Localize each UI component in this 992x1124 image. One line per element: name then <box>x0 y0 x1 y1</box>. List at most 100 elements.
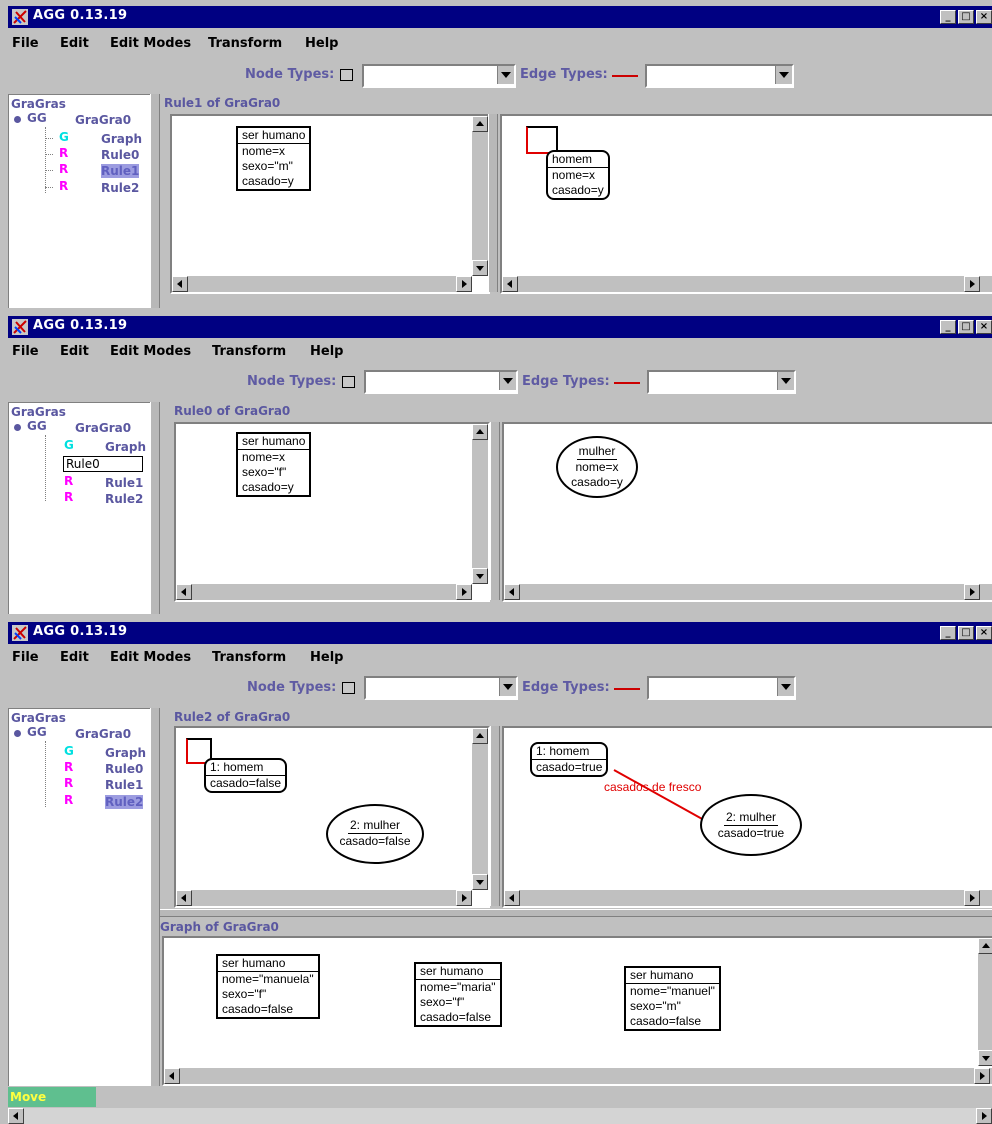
scroll-right-button[interactable] <box>974 1068 990 1084</box>
menu-transform[interactable]: Transform <box>212 650 286 665</box>
host-graph-canvas[interactable]: ser humano nome="manuela" sexo="f" casad… <box>162 936 992 1086</box>
scroll-up-button[interactable] <box>978 938 992 954</box>
tree-graph[interactable]: Graph <box>105 440 146 454</box>
menu-help[interactable]: Help <box>305 36 338 51</box>
minimize-button[interactable]: _ <box>940 10 956 24</box>
tree-grammar[interactable]: GraGra0 <box>75 113 131 127</box>
horizontal-splitter[interactable] <box>160 909 992 917</box>
tree-rule1[interactable]: Rule1 <box>105 778 143 792</box>
minimize-button[interactable]: _ <box>940 320 956 334</box>
scroll-left-button[interactable] <box>172 276 188 292</box>
tree-rule1[interactable]: Rule1 <box>105 476 143 490</box>
splitter[interactable] <box>150 708 160 1086</box>
tree-rule2[interactable]: Rule2 <box>105 492 143 506</box>
menu-file[interactable]: File <box>12 650 39 665</box>
splitter[interactable] <box>150 94 160 308</box>
splitter[interactable] <box>488 114 498 292</box>
scroll-right-button[interactable] <box>456 890 472 906</box>
scroll-left-button[interactable] <box>8 1108 24 1124</box>
scroll-right-button[interactable] <box>964 584 980 600</box>
horizontal-scrollbar[interactable] <box>176 584 472 600</box>
lhs-node-mulher[interactable]: 2: mulher casado=false <box>326 804 424 864</box>
close-button[interactable]: × <box>976 10 992 24</box>
maximize-button[interactable]: □ <box>958 626 974 640</box>
horizontal-scrollbar[interactable] <box>164 1068 992 1084</box>
tree-graph[interactable]: Graph <box>105 746 146 760</box>
tree-root[interactable]: GraGras <box>11 711 66 725</box>
vertical-scrollbar[interactable] <box>472 728 488 890</box>
node-types-combo[interactable] <box>362 64 516 88</box>
lhs-node[interactable]: ser humano nome=x sexo="f" casado=y <box>236 432 312 497</box>
rhs-node[interactable]: homem nome=x casado=y <box>546 150 610 200</box>
menu-edit[interactable]: Edit <box>60 344 89 359</box>
lhs-canvas[interactable]: ser humano nome=x sexo="f" casado=y <box>174 422 490 602</box>
scroll-right-button[interactable] <box>976 1108 992 1124</box>
scroll-down-button[interactable] <box>472 874 488 890</box>
scroll-right-button[interactable] <box>964 890 980 906</box>
minimize-button[interactable]: _ <box>940 626 956 640</box>
horizontal-scrollbar[interactable] <box>176 890 472 906</box>
tree-grammar[interactable]: GraGra0 <box>75 727 131 741</box>
menu-edit[interactable]: Edit <box>60 650 89 665</box>
lhs-node-homem[interactable]: 1: homem casado=false <box>204 758 288 793</box>
scroll-down-button[interactable] <box>472 568 488 584</box>
rhs-node[interactable]: mulher nome=x casado=y <box>556 436 638 498</box>
title-bar[interactable]: AGG 0.13.19 _ □ × <box>8 6 992 28</box>
scroll-up-button[interactable] <box>472 116 488 132</box>
rhs-canvas[interactable]: mulher nome=x casado=y <box>502 422 992 602</box>
lhs-canvas[interactable]: ser humano nome=x sexo="m" casado=y <box>170 114 490 294</box>
graph-node-maria[interactable]: ser humano nome="maria" sexo="f" casado=… <box>414 962 502 1027</box>
vertical-scrollbar[interactable] <box>978 938 992 1066</box>
rhs-canvas[interactable]: homem nome=x casado=y <box>500 114 992 294</box>
scroll-left-button[interactable] <box>502 276 518 292</box>
menu-help[interactable]: Help <box>310 344 343 359</box>
rename-rule-input[interactable]: Rule0 <box>63 456 143 472</box>
node-types-combo[interactable] <box>364 676 518 700</box>
tree-root[interactable]: GraGras <box>11 405 66 419</box>
menu-transform[interactable]: Transform <box>212 344 286 359</box>
scroll-left-button[interactable] <box>164 1068 180 1084</box>
scroll-left-button[interactable] <box>176 890 192 906</box>
tree-rule1[interactable]: Rule1 <box>101 164 140 178</box>
edge-types-combo[interactable] <box>647 370 796 394</box>
horizontal-scrollbar[interactable] <box>504 890 992 906</box>
tree-rule0[interactable]: Rule0 <box>105 762 143 776</box>
graph-node-manuel[interactable]: ser humano nome="manuel" sexo="m" casado… <box>624 966 721 1031</box>
scroll-right-button[interactable] <box>456 584 472 600</box>
menu-edit-modes[interactable]: Edit Modes <box>110 36 191 51</box>
rhs-node-homem[interactable]: 1: homem casado=true <box>530 742 609 777</box>
vertical-scrollbar[interactable] <box>472 424 488 584</box>
scroll-left-button[interactable] <box>504 890 520 906</box>
menu-help[interactable]: Help <box>310 650 343 665</box>
tree-grammar[interactable]: GraGra0 <box>75 421 131 435</box>
chevron-down-icon[interactable] <box>777 372 794 390</box>
horizontal-scrollbar[interactable] <box>504 584 992 600</box>
scroll-down-button[interactable] <box>472 260 488 276</box>
rhs-canvas[interactable]: casados de fresco 1: homem casado=true 2… <box>502 726 992 908</box>
title-bar[interactable]: AGG 0.13.19 _ □ × <box>8 622 992 644</box>
horizontal-scrollbar[interactable] <box>172 276 472 292</box>
rhs-node-mulher[interactable]: 2: mulher casado=true <box>700 794 802 856</box>
horizontal-scrollbar[interactable] <box>502 276 992 292</box>
scroll-left-button[interactable] <box>504 584 520 600</box>
tree-graph[interactable]: Graph <box>101 132 142 146</box>
tree-rule2[interactable]: Rule2 <box>101 181 139 195</box>
scroll-up-button[interactable] <box>472 424 488 440</box>
title-bar[interactable]: AGG 0.13.19 _ □ × <box>8 316 992 338</box>
maximize-button[interactable]: □ <box>958 320 974 334</box>
close-button[interactable]: × <box>976 626 992 640</box>
menu-edit[interactable]: Edit <box>60 36 89 51</box>
tree-root[interactable]: GraGras <box>11 97 66 111</box>
menu-file[interactable]: File <box>12 344 39 359</box>
vertical-scrollbar[interactable] <box>472 116 488 276</box>
scroll-down-button[interactable] <box>978 1050 992 1066</box>
menu-edit-modes[interactable]: Edit Modes <box>110 650 191 665</box>
close-button[interactable]: × <box>976 320 992 334</box>
scroll-left-button[interactable] <box>176 584 192 600</box>
edge-types-combo[interactable] <box>645 64 794 88</box>
splitter[interactable] <box>490 422 500 600</box>
scroll-right-button[interactable] <box>456 276 472 292</box>
scroll-up-button[interactable] <box>472 728 488 744</box>
bottom-horizontal-scrollbar[interactable] <box>8 1108 992 1124</box>
splitter[interactable] <box>490 726 500 906</box>
